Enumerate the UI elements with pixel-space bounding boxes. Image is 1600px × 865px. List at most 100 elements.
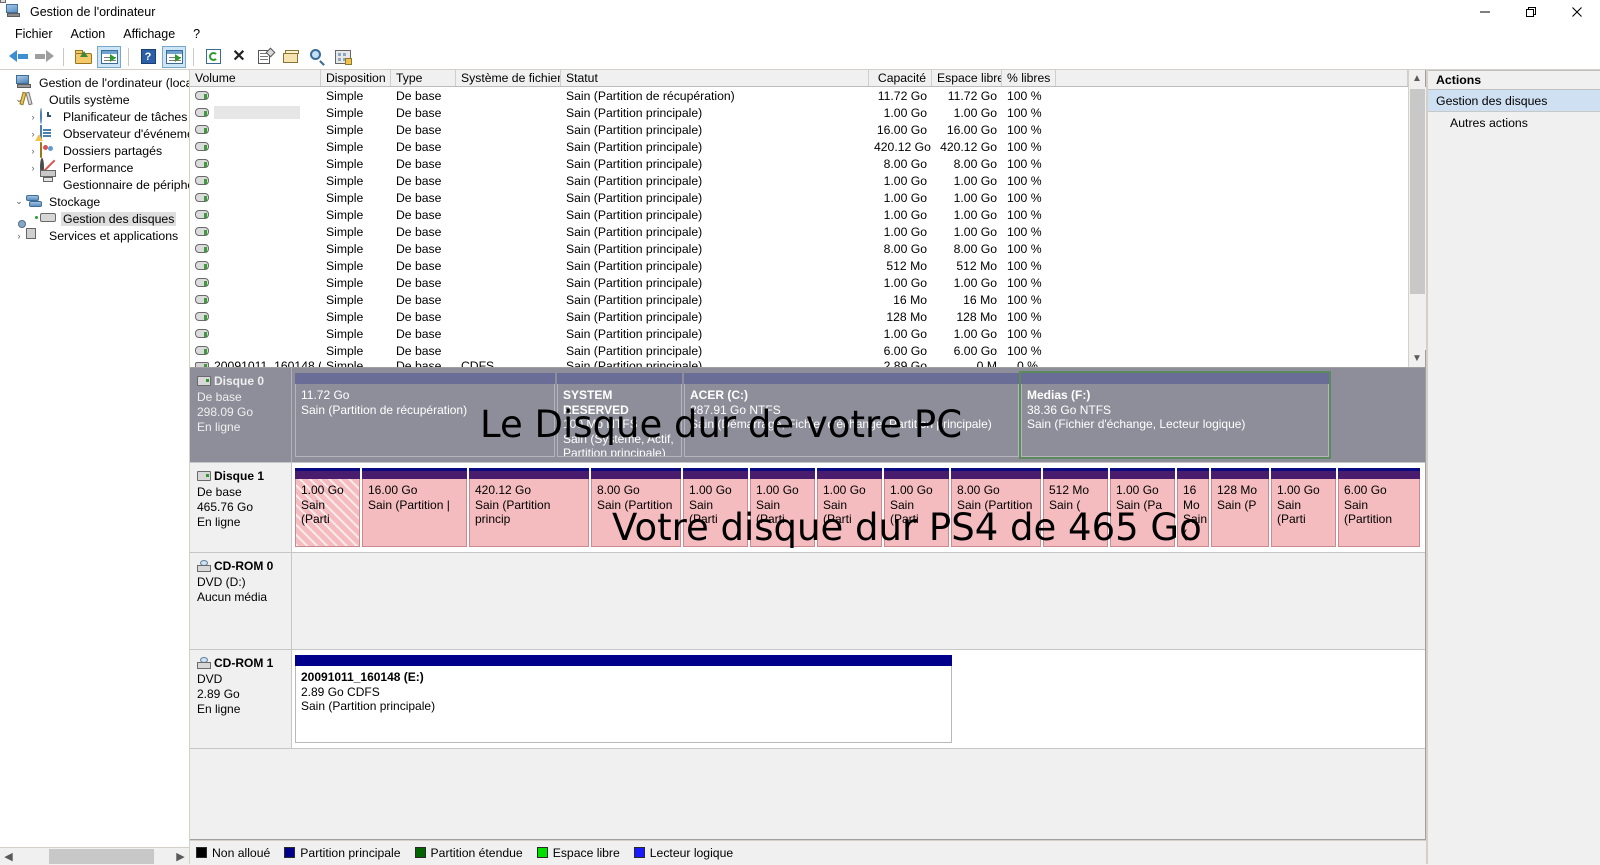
column-header-syst-me-de-fichiers[interactable]: Système de fichiers xyxy=(456,70,561,86)
disk-row-cd-rom-0[interactable]: CD-ROM 0 DVD (D:) Aucun média xyxy=(190,553,1425,650)
column-header-type[interactable]: Type xyxy=(391,70,456,86)
table-row[interactable]: Simple De base Sain (Partition principale)… xyxy=(190,189,1408,206)
export-list-button[interactable] xyxy=(331,46,355,68)
partition-block[interactable]: ACER (C:) 287.91 Go NTFS Sain (Démarrage, … xyxy=(684,373,1019,457)
open-button[interactable] xyxy=(279,46,303,68)
column-header-disposition[interactable]: Disposition xyxy=(321,70,391,86)
minimize-button[interactable] xyxy=(1462,0,1508,24)
actions-group-disk-management[interactable]: Gestion des disques ▲ xyxy=(1428,90,1600,112)
table-row[interactable]: Simple De base Sain (Partition principale)… xyxy=(190,155,1408,172)
maximize-button[interactable] xyxy=(1508,0,1554,24)
sidebar-item-planificateur-de-t-ches[interactable]: › Planificateur de tâches xyxy=(0,108,189,125)
sidebar-item-performance[interactable]: › Performance xyxy=(0,158,189,176)
table-row[interactable]: Simple De base Sain (Partition principale)… xyxy=(190,121,1408,138)
table-row[interactable]: Simple De base Sain (Partition principale)… xyxy=(190,206,1408,223)
partition-strip[interactable]: 20091011_160148 (E:) 2.89 Go CDFS Sain (Pa… xyxy=(292,650,1425,748)
sidebar-item-stockage[interactable]: ⌄ Stockage xyxy=(0,193,189,210)
partition-block[interactable]: 16 Mo Sain ( xyxy=(1177,468,1209,547)
partition-block[interactable]: 1.00 Go Sain (Parti xyxy=(683,468,748,547)
partition-block[interactable]: 128 Mo Sain (P xyxy=(1211,468,1269,547)
partition-block[interactable]: 6.00 Go Sain (Partition xyxy=(1338,468,1420,547)
disk-header[interactable]: Disque 1 De base 465.76 Go En ligne xyxy=(190,463,292,552)
column-header-libres[interactable]: % libres xyxy=(1002,70,1056,86)
actions-item-more-actions[interactable]: Autres actions ▶ xyxy=(1428,112,1600,134)
partition-block[interactable]: 1.00 Go Sain (Pa xyxy=(1110,468,1175,547)
scroll-down-arrow-icon[interactable]: ▼ xyxy=(1409,350,1426,367)
sidebar-item-gestion-de-l-ordinateur-local[interactable]: Gestion de l'ordinateur (local) xyxy=(0,74,189,91)
show-action-pane-button[interactable] xyxy=(162,45,186,68)
graphical-disk-view[interactable]: Disque 0 De base 298.09 Go En ligne 11.72 Go… xyxy=(190,368,1426,840)
table-row[interactable]: Simple De base Sain (Partition principale)… xyxy=(190,325,1408,342)
column-header-volume[interactable]: Volume xyxy=(190,70,321,86)
partition-block[interactable]: 1.00 Go Sain (Parti xyxy=(295,468,360,547)
properties-button[interactable] xyxy=(253,46,277,68)
up-one-level-button[interactable] xyxy=(71,46,95,68)
close-button[interactable] xyxy=(1554,0,1600,24)
tree-scroll-thumb[interactable] xyxy=(49,848,154,864)
tree-expander-icon[interactable]: › xyxy=(26,112,40,122)
partition-block[interactable]: 16.00 Go Sain (Partition | xyxy=(362,468,467,547)
partition-block[interactable]: 20091011_160148 (E:) 2.89 Go CDFS Sain (Pa… xyxy=(295,655,952,743)
volume-scroll-track[interactable] xyxy=(1408,87,1426,350)
disk-header[interactable]: CD-ROM 0 DVD (D:) Aucun média xyxy=(190,553,292,649)
disk-header[interactable]: Disque 0 De base 298.09 Go En ligne xyxy=(190,368,292,462)
table-row[interactable]: Simple De base Sain (Partition principale)… xyxy=(190,274,1408,291)
table-row[interactable]: 20091011_160148 (E:) Simple De base CDFS Sai… xyxy=(190,359,1408,367)
volume-list-vertical-scrollbar[interactable]: ▲ ▼ xyxy=(1408,70,1426,367)
back-button[interactable] xyxy=(6,46,30,68)
disk-header[interactable]: CD-ROM 1 DVD 2.89 Go En ligne xyxy=(190,650,292,748)
table-row[interactable]: Simple De base Sain (Partition principale)… xyxy=(190,138,1408,155)
table-row[interactable]: Simple De base Sain (Partition principale)… xyxy=(190,223,1408,240)
show-hide-console-tree-button[interactable] xyxy=(97,45,121,68)
partition-block[interactable]: 512 Mo Sain ( xyxy=(1043,468,1108,547)
partition-block[interactable]: 8.00 Go Sain (Partition xyxy=(951,468,1041,547)
sidebar-item-observateur-d-v-neme[interactable]: › Observateur d'événeme xyxy=(0,125,189,142)
partition-block[interactable]: 420.12 Go Sain (Partition princip xyxy=(469,468,589,547)
partition-block[interactable]: 1.00 Go Sain (Parti xyxy=(884,468,949,547)
table-row[interactable]: Simple De base Sain (Partition de récupéra… xyxy=(190,87,1408,104)
menu-help[interactable]: ? xyxy=(184,25,209,43)
menu-action[interactable]: Action xyxy=(62,25,115,43)
sidebar-item-gestionnaire-de-p-riph[interactable]: Gestionnaire de périphé xyxy=(0,170,189,193)
table-row[interactable]: Simple De base Sain (Partition principale)… xyxy=(190,172,1408,189)
disk-row-disque-1[interactable]: Disque 1 De base 465.76 Go En ligne 1.00 Go S… xyxy=(190,463,1425,553)
table-row[interactable]: Simple De base Sain (Partition principale)… xyxy=(190,257,1408,274)
help-button[interactable]: ? xyxy=(136,46,160,68)
table-row[interactable]: Simple De base Sain (Partition principale)… xyxy=(190,342,1408,359)
tree-expander-icon[interactable]: ⌄ xyxy=(12,196,26,207)
partition-strip[interactable]: 11.72 Go Sain (Partition de récupération)… xyxy=(292,368,1425,462)
sidebar-item-gestion-des-disques[interactable]: Gestion des disques xyxy=(0,210,189,227)
column-header-capacit[interactable]: Capacité xyxy=(869,70,932,86)
partition-block[interactable]: 1.00 Go Sain (Parti xyxy=(817,468,882,547)
menu-affichage[interactable]: Affichage xyxy=(114,25,184,43)
partition-block[interactable]: 11.72 Go Sain (Partition de récupération) xyxy=(295,373,555,457)
tree-horizontal-scrollbar[interactable]: ◀ ▶ xyxy=(0,847,189,865)
sidebar-item-services-et-applications[interactable]: › Services et applications xyxy=(0,220,189,244)
volume-scroll-thumb[interactable] xyxy=(1409,89,1425,294)
partition-block[interactable]: 8.00 Go Sain (Partition xyxy=(591,468,681,547)
tree-scroll-track[interactable] xyxy=(17,847,172,865)
disk-row-disque-0[interactable]: Disque 0 De base 298.09 Go En ligne 11.72 Go… xyxy=(190,368,1425,463)
menu-fichier[interactable]: Fichier xyxy=(6,25,62,43)
tree-expander-icon[interactable]: › xyxy=(26,163,40,173)
sidebar-item-outils-syst-me[interactable]: ⌄ Outils système xyxy=(0,91,189,108)
partition-block[interactable]: 1.00 Go Sain (Parti xyxy=(750,468,815,547)
disk-empty-area[interactable] xyxy=(292,553,1425,649)
partition-block[interactable]: SYSTEM RESERVED 100 Mo NTFS Sain (Système,… xyxy=(557,373,682,457)
column-header-statut[interactable]: Statut xyxy=(561,70,869,86)
tree-expander-icon[interactable]: › xyxy=(26,146,40,156)
forward-button[interactable] xyxy=(32,46,56,68)
find-button[interactable] xyxy=(305,46,329,68)
partition-block[interactable]: Medias (F:) 38.36 Go NTFS Sain (Fichier d'… xyxy=(1019,371,1331,459)
sidebar-item-dossiers-partag-s[interactable]: › Dossiers partagés xyxy=(0,142,189,159)
volume-table-body[interactable]: Simple De base Sain (Partition de récupéra… xyxy=(190,87,1408,367)
refresh-button[interactable] xyxy=(201,46,225,68)
volume-table-header[interactable]: Volume Disposition Type Système de fichiers… xyxy=(190,70,1408,87)
column-header-espace-libre[interactable]: Espace libre xyxy=(932,70,1002,86)
table-row[interactable]: Simple De base Sain (Partition principale)… xyxy=(190,104,1408,121)
tree-expander-icon[interactable]: › xyxy=(12,231,26,241)
scroll-up-arrow-icon[interactable]: ▲ xyxy=(1409,70,1426,87)
console-tree[interactable]: Gestion de l'ordinateur (local) ⌄ Outils s… xyxy=(0,70,189,847)
table-row[interactable]: Simple De base Sain (Partition principale)… xyxy=(190,291,1408,308)
scroll-right-arrow-icon[interactable]: ▶ xyxy=(172,848,189,865)
